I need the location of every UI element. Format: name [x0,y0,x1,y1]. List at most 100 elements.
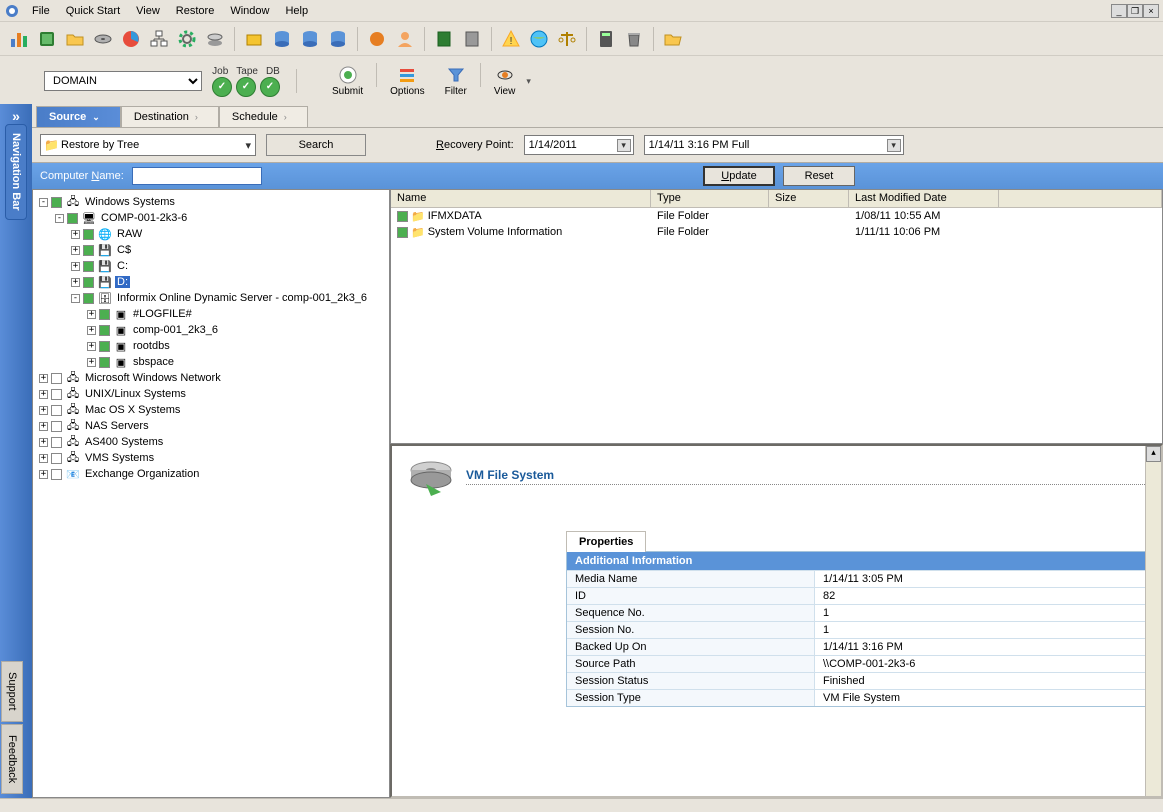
tree-node-informix[interactable]: -🗄Informix Online Dynamic Server - comp-… [35,290,387,306]
expand-icon[interactable]: + [71,262,80,271]
tab-destination[interactable]: Destination› [121,106,219,127]
menu-file[interactable]: File [24,4,58,18]
view-button[interactable]: View [485,63,525,100]
restore-mode-select[interactable]: Restore by Tree [40,134,256,156]
toolbar-calc-icon[interactable] [595,28,617,50]
toolbar-media-icon[interactable] [204,28,226,50]
checkbox-checked[interactable] [397,211,408,222]
side-tab-feedback[interactable]: Feedback [1,724,23,794]
status-tape-icon[interactable]: ✓ [236,77,256,97]
col-type[interactable]: Type [651,190,769,207]
expand-icon[interactable]: + [39,454,48,463]
tree-node-windows-systems[interactable]: -🖧Windows Systems [35,194,387,210]
toolbar-server2-icon[interactable] [461,28,483,50]
checkbox-checked[interactable] [99,309,110,320]
checkbox-unchecked[interactable] [51,405,62,416]
nav-collapse-icon[interactable]: » [12,108,20,124]
status-db-icon[interactable]: ✓ [260,77,280,97]
checkbox-checked[interactable] [51,197,62,208]
checkbox-checked[interactable] [83,261,94,272]
checkbox-checked[interactable] [83,277,94,288]
computer-name-input[interactable] [132,167,262,185]
tree-node-nas[interactable]: +🖧NAS Servers [35,418,387,434]
toolbar-open-icon[interactable] [662,28,684,50]
menu-help[interactable]: Help [277,4,316,18]
expand-icon[interactable]: + [39,422,48,431]
tree-node-raw[interactable]: +🌐RAW [35,226,387,242]
expand-icon[interactable]: + [39,438,48,447]
toolbar-db3-icon[interactable] [327,28,349,50]
checkbox-unchecked[interactable] [51,421,62,432]
tree-node-computer[interactable]: -🖥COMP-001-2k3-6 [35,210,387,226]
side-tab-support[interactable]: Support [1,661,23,722]
filter-button[interactable]: Filter [436,63,476,100]
checkbox-checked[interactable] [67,213,78,224]
checkbox-checked[interactable] [99,341,110,352]
toolbar-server1-icon[interactable] [433,28,455,50]
checkbox-checked[interactable] [83,229,94,240]
expand-icon[interactable]: + [39,374,48,383]
list-row[interactable]: 📁IFMXDATA File Folder 1/08/11 10:55 AM [391,208,1162,224]
tree-node-unix[interactable]: +🖧UNIX/Linux Systems [35,386,387,402]
tree-node-sbspace[interactable]: +▣sbspace [35,354,387,370]
expand-icon[interactable]: + [87,358,96,367]
expand-icon[interactable]: + [39,470,48,479]
tree-node-macos[interactable]: +🖧Mac OS X Systems [35,402,387,418]
submit-button[interactable]: Submit [323,63,372,100]
expand-icon[interactable]: + [87,310,96,319]
minimize-button[interactable]: _ [1111,4,1127,18]
collapse-icon[interactable]: - [39,198,48,207]
view-dropdown-arrow[interactable]: ▾ [526,76,531,87]
options-button[interactable]: Options [381,63,433,100]
tree-node-as400[interactable]: +🖧AS400 Systems [35,434,387,450]
source-tree[interactable]: -🖧Windows Systems -🖥COMP-001-2k3-6 +🌐RAW… [32,189,390,798]
status-job-icon[interactable]: ✓ [212,77,232,97]
search-button[interactable]: Search [266,134,366,156]
tree-node-dbcomp[interactable]: +▣comp-001_2k3_6 [35,322,387,338]
expand-icon[interactable]: + [71,246,80,255]
tree-node-ddrive[interactable]: +💾D: [35,274,387,290]
toolbar-warn-icon[interactable]: ! [500,28,522,50]
tree-node-msnetwork[interactable]: +🖧Microsoft Windows Network [35,370,387,386]
checkbox-checked[interactable] [99,357,110,368]
checkbox-unchecked[interactable] [51,453,62,464]
toolbar-trash-icon[interactable] [623,28,645,50]
checkbox-unchecked[interactable] [51,469,62,480]
toolbar-globe-icon[interactable] [528,28,550,50]
domain-select[interactable]: DOMAIN [44,71,202,91]
toolbar-tools-icon[interactable] [366,28,388,50]
list-body[interactable]: 📁IFMXDATA File Folder 1/08/11 10:55 AM 📁… [391,208,1162,443]
collapse-icon[interactable]: - [55,214,64,223]
toolbar-org-icon[interactable] [148,28,170,50]
tree-node-cshare[interactable]: +💾C$ [35,242,387,258]
expand-icon[interactable]: + [71,278,80,287]
tab-source[interactable]: Source⌄ [36,106,121,127]
restore-button[interactable]: ❐ [1127,4,1143,18]
properties-tab[interactable]: Properties [566,531,646,552]
tree-node-exchange[interactable]: +📧Exchange Organization [35,466,387,482]
close-button[interactable]: × [1143,4,1159,18]
list-row[interactable]: 📁System Volume Information File Folder 1… [391,224,1162,240]
checkbox-unchecked[interactable] [51,373,62,384]
toolbar-box1-icon[interactable] [243,28,265,50]
toolbar-pie-icon[interactable] [120,28,142,50]
toolbar-folder-icon[interactable] [64,28,86,50]
toolbar-gear-icon[interactable] [176,28,198,50]
col-modified[interactable]: Last Modified Date [849,190,999,207]
nav-tab-navigation-bar[interactable]: Navigation Bar [5,124,27,220]
scrollbar[interactable]: ▴ [1145,446,1161,796]
toolbar-chart-icon[interactable] [8,28,30,50]
expand-icon[interactable]: + [39,390,48,399]
checkbox-checked[interactable] [397,227,408,238]
tree-node-logfile[interactable]: +▣#LOGFILE# [35,306,387,322]
menu-restore[interactable]: Restore [168,4,223,18]
tab-schedule[interactable]: Schedule› [219,106,308,127]
expand-icon[interactable]: + [71,230,80,239]
scroll-up-icon[interactable]: ▴ [1146,446,1161,462]
checkbox-checked[interactable] [83,245,94,256]
collapse-icon[interactable]: - [71,294,80,303]
recovery-date-select[interactable]: 1/14/2011▾ [524,135,634,155]
col-name[interactable]: Name [391,190,651,207]
checkbox-checked[interactable] [83,293,94,304]
expand-icon[interactable]: + [87,326,96,335]
